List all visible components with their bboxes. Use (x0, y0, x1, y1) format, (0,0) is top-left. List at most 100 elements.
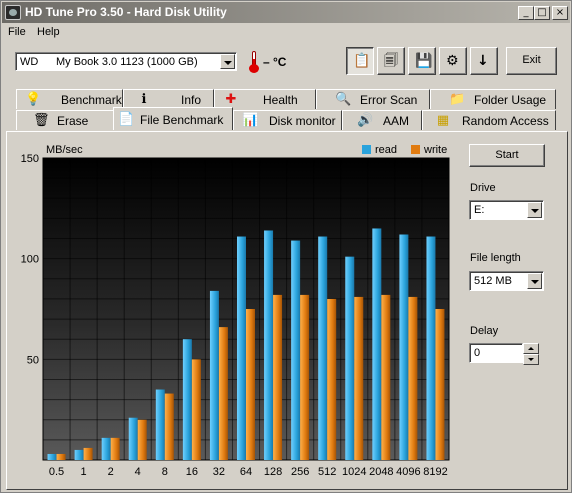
menu-file[interactable]: File (8, 26, 26, 38)
tab-file-benchmark[interactable]: 📄 File Benchmark (113, 107, 233, 130)
drive-brand: WD (20, 56, 39, 68)
menu-help[interactable]: Help (37, 26, 60, 38)
thermometer-icon (249, 51, 259, 73)
bar-write-2 (110, 437, 120, 460)
x-tick-label: 256 (291, 466, 309, 478)
start-button[interactable]: Start (469, 144, 545, 167)
tab-health[interactable]: ✚ Health (214, 89, 316, 109)
save-button[interactable]: 💾 (408, 47, 436, 75)
drive-letter-select[interactable]: E: (469, 200, 544, 220)
bar-read-4 (128, 417, 138, 460)
bar-read-16 (182, 339, 192, 460)
tab-folder-usage[interactable]: 📁 Folder Usage (430, 89, 556, 109)
bar-read-0.5 (47, 453, 57, 460)
maximize-button[interactable]: □ (534, 6, 550, 20)
bar-write-512 (327, 298, 337, 460)
copy-screenshot-button[interactable]: 🗐 (377, 47, 405, 75)
exit-button[interactable]: Exit (506, 47, 557, 75)
spin-down-icon (528, 358, 534, 361)
copy-text-button[interactable]: 📋 (346, 47, 374, 75)
tab-disk-monitor[interactable]: 📊 Disk monitor (233, 110, 342, 130)
legend-read-label: read (375, 144, 397, 156)
bar-read-1024 (345, 256, 355, 460)
bar-write-4096 (408, 296, 418, 460)
y-tick-label: 100 (21, 254, 39, 266)
tab-info[interactable]: ℹ Info (123, 89, 214, 109)
tab-benchmark-label: Benchmark (61, 93, 122, 107)
hdtune-app-icon (5, 5, 21, 20)
health-cross-icon: ✚ (225, 92, 237, 107)
delay-label: Delay (470, 325, 499, 337)
bar-read-512 (318, 236, 328, 460)
tab-erase-label: Erase (57, 114, 89, 128)
chevron-down-icon[interactable] (527, 273, 542, 289)
minimize-button[interactable]: _ (518, 6, 534, 20)
y-axis-label: MB/sec (46, 144, 83, 156)
copy-text-icon: 📋 (353, 53, 371, 69)
file-length-label: File length (470, 252, 521, 264)
delay-input[interactable]: 0 (469, 343, 523, 363)
x-tick-label: 4096 (396, 466, 420, 478)
chevron-down-icon[interactable] (220, 54, 235, 69)
bar-write-8 (164, 393, 174, 460)
drive-letter-value: E: (474, 204, 485, 216)
bar-read-32 (209, 290, 219, 460)
tab-aam[interactable]: 🔊 AAM (342, 110, 422, 130)
speaker-icon: 🔊 (357, 113, 374, 128)
app-window: HD Tune Pro 3.50 - Hard Disk Utility _ □… (0, 0, 572, 493)
info-icon: ℹ (141, 92, 147, 107)
bar-write-64 (246, 309, 255, 460)
bar-write-128 (273, 294, 283, 460)
download-button[interactable]: ↓ (470, 47, 498, 75)
chevron-down-icon[interactable] (527, 202, 542, 218)
delay-up-button[interactable] (523, 343, 539, 354)
magnifier-icon: 🔍 (335, 92, 352, 107)
x-tick-label: 2 (108, 466, 114, 478)
bar-read-128 (264, 230, 274, 460)
x-tick-label: 2048 (369, 466, 393, 478)
x-tick-label: 512 (318, 466, 336, 478)
bar-write-256 (300, 294, 310, 460)
tab-random-access-label: Random Access (462, 114, 549, 128)
bar-read-8192 (426, 236, 436, 460)
tab-folder-usage-label: Folder Usage (474, 93, 547, 107)
file-length-value: 512 MB (474, 275, 512, 287)
tab-health-label: Health (263, 93, 298, 107)
menu-bar: File Help (2, 24, 570, 42)
window-title: HD Tune Pro 3.50 - Hard Disk Utility (25, 5, 227, 19)
x-tick-label: 4 (135, 466, 141, 478)
legend-write-swatch (411, 145, 420, 154)
temperature-readout: – °C (263, 55, 287, 69)
tab-file-benchmark-label: File Benchmark (140, 113, 224, 127)
bar-read-64 (237, 236, 246, 460)
options-icon: ⚙ (446, 53, 459, 69)
tab-disk-monitor-label: Disk monitor (269, 114, 336, 128)
bar-write-4 (137, 419, 147, 460)
tab-erase[interactable]: 🗑 Erase (16, 110, 123, 130)
bar-write-32 (218, 327, 228, 460)
bar-write-16 (191, 359, 201, 460)
save-icon: 💾 (415, 53, 433, 69)
title-bar[interactable]: HD Tune Pro 3.50 - Hard Disk Utility _ □… (2, 2, 570, 23)
bar-read-8 (155, 389, 165, 460)
drive-select[interactable]: WD My Book 3.0 1123 (1000 GB) (15, 52, 237, 71)
tab-random-access[interactable]: ▦ Random Access (422, 110, 556, 130)
close-button[interactable]: × (552, 6, 568, 20)
delay-down-button[interactable] (523, 354, 539, 365)
bar-write-0.5 (56, 453, 66, 460)
bar-read-256 (291, 240, 301, 460)
options-button[interactable]: ⚙ (439, 47, 467, 75)
bar-write-2048 (381, 294, 391, 460)
bar-read-2048 (372, 228, 382, 460)
x-tick-label: 64 (240, 466, 252, 478)
download-icon: ↓ (477, 53, 489, 69)
folder-icon: 📁 (449, 92, 466, 107)
bar-write-1024 (354, 296, 364, 460)
legend-write-label: write (423, 144, 447, 156)
tab-error-scan[interactable]: 🔍 Error Scan (316, 89, 430, 109)
tab-benchmark[interactable]: 💡 Benchmark (16, 89, 123, 109)
x-tick-label: 8192 (423, 466, 447, 478)
x-tick-label: 1024 (342, 466, 366, 478)
legend-read-swatch (362, 145, 371, 154)
file-length-select[interactable]: 512 MB (469, 271, 544, 291)
